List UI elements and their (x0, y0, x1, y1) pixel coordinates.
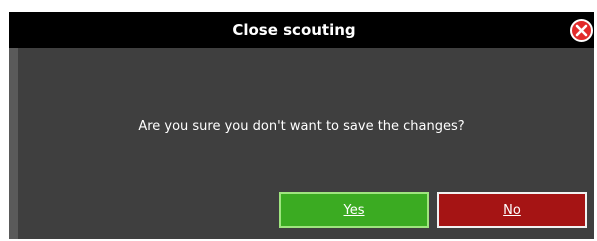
no-button[interactable]: No (437, 192, 587, 228)
close-icon (575, 24, 588, 37)
yes-button[interactable]: Yes (279, 192, 429, 228)
dialog-titlebar: Close scouting (9, 12, 594, 48)
dialog-title: Close scouting (232, 21, 356, 39)
close-button[interactable] (570, 19, 593, 42)
yes-button-label: Yes (343, 203, 365, 218)
close-scouting-dialog: Close scouting Are you sure you don't wa… (9, 12, 594, 239)
dialog-left-strip (9, 48, 18, 239)
no-button-label: No (503, 203, 521, 218)
dialog-message: Are you sure you don't want to save the … (138, 119, 465, 134)
